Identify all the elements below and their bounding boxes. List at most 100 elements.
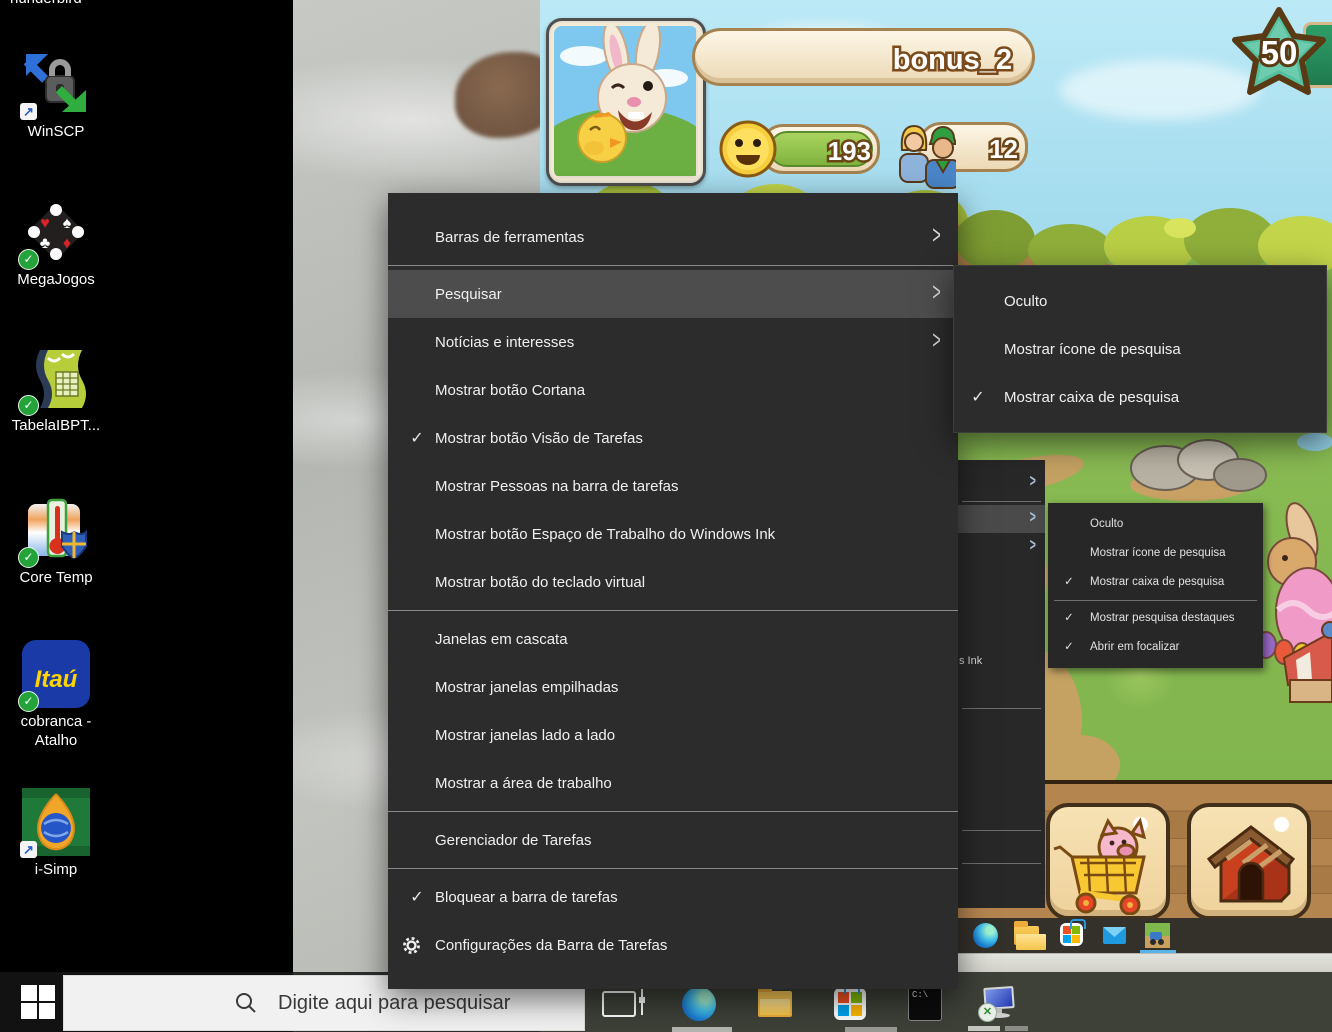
doghouse-icon (1206, 825, 1296, 903)
menu-item-mostrar-teclado-virtual[interactable]: Mostrar botão do teclado virtual (388, 558, 958, 606)
menu-separator (388, 811, 958, 812)
check-icon (965, 387, 991, 407)
screen-edge-artifact (845, 1027, 897, 1032)
sync-check-badge (18, 547, 39, 568)
mini-menu-item: Mostrar ícone de pesquisa (1090, 547, 1226, 559)
store-icon (834, 984, 866, 1020)
mini-menu-item: Mostrar pesquisa destaques (1048, 604, 1263, 633)
menu-item-mostrar-windows-ink[interactable]: Mostrar botão Espaço de Trabalho do Wind… (388, 510, 958, 558)
desktop-icon-itau-cobranca[interactable]: Itaú cobranca - Atalho (0, 640, 112, 750)
chevron-right-icon: > (932, 222, 941, 251)
desktop-icon-coretemp[interactable]: Core Temp (0, 496, 112, 587)
svg-text:193: 193 (828, 136, 871, 166)
mail-icon (1102, 923, 1127, 948)
check-icon (1057, 604, 1081, 633)
edge-icon (682, 987, 716, 1021)
taskbar-cmd-button[interactable]: C:\ (906, 985, 944, 1023)
tabelaibpt-icon (18, 344, 90, 416)
menu-separator (388, 868, 958, 869)
search-submenu: Oculto Mostrar ícone de pesquisa Mostrar… (953, 265, 1327, 433)
submenu-item-oculto[interactable]: Oculto (954, 277, 1326, 325)
task-view-button[interactable] (600, 985, 645, 1023)
start-button[interactable] (14, 982, 62, 1022)
search-icon (236, 993, 256, 1013)
pig-cart-icon (1053, 817, 1147, 915)
star-level-icon[interactable]: 50 (1226, 4, 1332, 104)
player-avatar[interactable] (546, 18, 706, 186)
chevron-right-icon: > (1030, 506, 1037, 527)
mini-menu-text-fragment: s Ink (959, 655, 983, 667)
check-icon (404, 428, 430, 448)
check-icon (1057, 568, 1081, 597)
chevron-right-icon: > (932, 327, 941, 356)
windows-logo-icon (21, 985, 55, 1019)
game-doghouse-button[interactable] (1187, 803, 1311, 920)
smiley-icon (719, 120, 777, 178)
player-name-text: bonus_2 (890, 42, 1014, 79)
mini-menu-item: Mostrar caixa de pesquisa (1048, 568, 1263, 597)
svg-text:♥: ♥ (40, 215, 50, 232)
mini-menu-item: Abrir em focalizar (1048, 633, 1263, 662)
game-shop-button[interactable] (1046, 803, 1170, 920)
mini-screenshot-taskbar (956, 918, 1332, 953)
svg-text:♠: ♠ (63, 215, 72, 232)
friends-icon (899, 124, 956, 189)
folder-icon (758, 986, 792, 1017)
shortcut-badge (20, 103, 37, 120)
mini-screenshot-search-submenu: Oculto Mostrar ícone de pesquisa Mostrar… (1048, 503, 1263, 668)
isimp-icon (20, 788, 90, 858)
sync-check-badge (18, 395, 39, 416)
mood-value-text: 193 (825, 134, 873, 169)
menu-item-mostrar-botao-visao-de-tarefas[interactable]: Mostrar botão Visão de Tarefas (388, 414, 958, 462)
desktop-icon-thunderbird-clipped[interactable]: hunderbird (6, 0, 136, 9)
menu-item-pesquisar[interactable]: Pesquisar > (388, 270, 958, 318)
taskbar-context-menu: Barras de ferramentas > Pesquisar > Notíci… (388, 193, 958, 989)
desktop-icon-isimp[interactable]: i-Simp (0, 788, 112, 879)
shortcut-badge (20, 841, 37, 858)
taskbar-store-button[interactable] (831, 984, 869, 1023)
mini-menu-item: Oculto (1090, 518, 1124, 530)
screen-edge-artifact (1005, 1026, 1028, 1031)
menu-item-mostrar-botao-cortana[interactable]: Mostrar botão Cortana (388, 366, 958, 414)
desktop-icon-tabelaibpt[interactable]: TabelaIBPT... (0, 344, 112, 435)
desktop-icon-megajogos[interactable]: ♥ ♠ ♣ ♦ MegaJogos (0, 198, 112, 289)
screen-edge-artifact (672, 1027, 732, 1032)
menu-item-noticias-e-interesses[interactable]: Notícias e interesses > (388, 318, 958, 366)
chevron-right-icon: > (1030, 470, 1037, 491)
menu-item-mostrar-janelas-empilhadas[interactable]: Mostrar janelas empilhadas (388, 663, 958, 711)
submenu-item-mostrar-icone-de-pesquisa[interactable]: Mostrar ícone de pesquisa (954, 325, 1326, 373)
svg-text:bonus_2: bonus_2 (893, 44, 1012, 76)
svg-text:50: 50 (1261, 34, 1298, 71)
menu-separator (388, 265, 958, 266)
desktop-icon-winscp[interactable]: WinSCP (0, 50, 112, 141)
edge-icon (973, 923, 998, 948)
taskbar-edge-button[interactable] (680, 985, 718, 1023)
remote-desktop-icon (978, 985, 1018, 1022)
menu-item-configuracoes-barra-de-tarefas[interactable]: Configurações da Barra de Tarefas (388, 921, 958, 969)
menu-item-mostrar-janelas-lado-a-lado[interactable]: Mostrar janelas lado a lado (388, 711, 958, 759)
menu-item-janelas-em-cascata[interactable]: Janelas em cascata (388, 615, 958, 663)
taskbar-remote-desktop-button[interactable] (978, 985, 1019, 1023)
menu-item-bloquear-barra-de-tarefas[interactable]: Bloquear a barra de tarefas (388, 873, 958, 921)
menu-item-mostrar-area-de-trabalho[interactable]: Mostrar a área de trabalho (388, 759, 958, 807)
screen-edge-artifact (968, 1026, 1000, 1031)
menu-item-mostrar-pessoas[interactable]: Mostrar Pessoas na barra de tarefas (388, 462, 958, 510)
search-input[interactable] (276, 990, 580, 1016)
winscp-icon (20, 50, 90, 120)
chevron-right-icon: > (932, 279, 941, 308)
svg-text:♦: ♦ (63, 235, 71, 252)
mini-screenshot-bottom-strip (956, 953, 1332, 972)
svg-text:12: 12 (989, 134, 1018, 164)
cmd-icon: C:\ (908, 987, 942, 1021)
itau-icon: Itaú (18, 640, 90, 712)
check-icon (404, 887, 430, 907)
menu-item-gerenciador-de-tarefas[interactable]: Gerenciador de Tarefas (388, 816, 958, 864)
farm-game-icon (1145, 923, 1170, 948)
submenu-item-mostrar-caixa-de-pesquisa[interactable]: Mostrar caixa de pesquisa (954, 373, 1326, 421)
chevron-right-icon: > (1030, 534, 1037, 555)
menu-item-barras-de-ferramentas[interactable]: Barras de ferramentas > (388, 213, 958, 261)
mini-screenshot-menu-fragment: > > > s Ink (958, 460, 1045, 908)
taskbar-explorer-button[interactable] (756, 985, 794, 1023)
folder-icon (1014, 921, 1046, 950)
menu-separator (388, 610, 958, 611)
